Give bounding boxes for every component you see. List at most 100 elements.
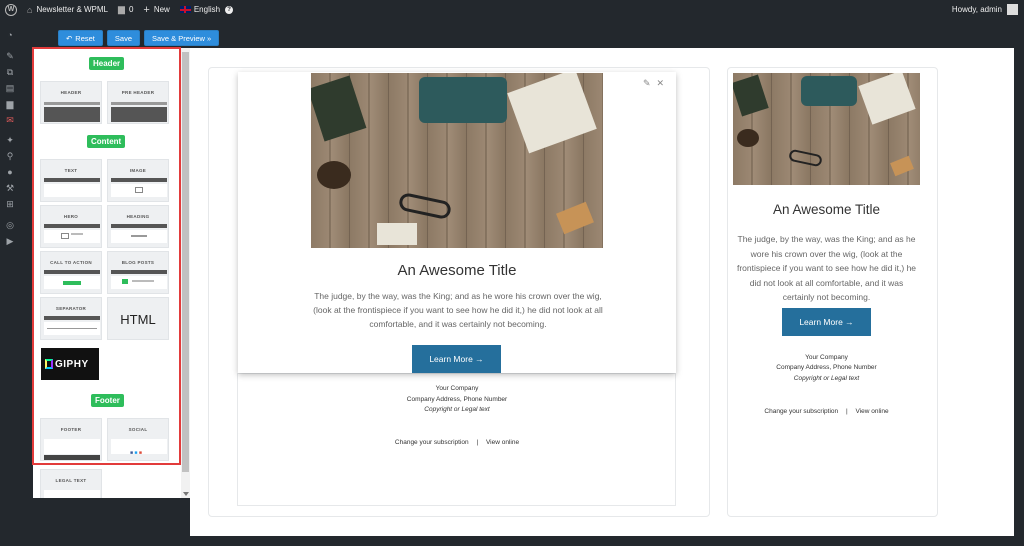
separator-block[interactable]: SEPARATOR	[40, 297, 102, 340]
howdy-label: Howdy, admin	[951, 5, 1002, 14]
block-bar	[111, 224, 167, 228]
language-label: English	[193, 5, 221, 14]
block-bar	[44, 107, 100, 122]
email-body-text: The judge, by the way, was the King; and…	[313, 291, 603, 329]
plugins-icon[interactable]: ⚲	[0, 148, 20, 164]
heading-block[interactable]: HEADING	[107, 205, 169, 248]
hero-image[interactable]	[311, 73, 603, 248]
preview-footer-separator: |	[845, 408, 848, 415]
cta-block[interactable]: CALL TO ACTION	[40, 251, 102, 294]
newsletter-icon[interactable]: ✉	[0, 112, 20, 128]
separator-block-label: SEPARATOR	[55, 306, 87, 311]
wordpress-icon: W	[5, 3, 17, 16]
social-block[interactable]: SOCIAL ■ ■ ■	[107, 418, 169, 461]
cta-sample-button	[63, 281, 81, 285]
preview-footer-links: Change your subscription | View online	[733, 408, 920, 415]
site-name: Newsletter & WPML	[36, 5, 109, 14]
block-text-line	[71, 233, 83, 235]
block-text-line	[131, 235, 147, 237]
reset-button[interactable]: ↶ Reset	[58, 30, 103, 46]
pin-icon[interactable]: ✎	[0, 48, 20, 64]
paper-shape	[377, 223, 417, 245]
scroll-down-arrow-icon[interactable]	[183, 492, 189, 496]
text-block[interactable]: TEXT	[40, 159, 102, 202]
comments-icon[interactable]: ▆	[0, 96, 20, 112]
uk-flag-icon	[179, 6, 191, 13]
block-bar	[44, 270, 100, 274]
learn-more-button[interactable]: Learn More →	[412, 345, 501, 373]
pages-icon[interactable]: ▤	[0, 80, 20, 96]
block-bar	[111, 270, 167, 274]
media-icon[interactable]: ⧉	[0, 64, 20, 80]
pinecone-shape	[737, 129, 759, 147]
preview-company-name: Your Company	[805, 354, 848, 361]
users-icon[interactable]: ●	[0, 164, 20, 180]
pencil-icon[interactable]: ✎	[643, 78, 651, 89]
social-block-label: SOCIAL	[128, 427, 148, 432]
comments-menu[interactable]: ▆ 0	[113, 0, 138, 19]
preview-legal-text: Copyright or Legal text	[793, 375, 860, 382]
legal-text-block[interactable]: LEGAL TEXT	[40, 469, 102, 498]
social-icons: ■ ■ ■	[130, 450, 142, 456]
hero-block-label: HERO	[63, 214, 79, 219]
settings-icon[interactable]: ⊞	[0, 196, 20, 212]
avatar	[1007, 4, 1018, 15]
new-content-menu[interactable]: + New	[138, 0, 174, 19]
new-label: New	[153, 5, 170, 14]
change-subscription-link[interactable]: Change your subscription	[395, 439, 469, 446]
block-bar	[44, 316, 100, 320]
blocks-panel-scrollbar[interactable]	[181, 48, 190, 498]
appearance-icon[interactable]: ✦	[0, 132, 20, 148]
heading-block-label: HEADING	[126, 214, 150, 219]
comments-count: 0	[128, 5, 134, 14]
preview-learn-more-button: Learn More →	[782, 308, 871, 336]
html-block-label: HTML	[120, 312, 156, 327]
home-icon: ⌂	[27, 4, 33, 15]
block-body	[44, 184, 100, 197]
play-icon[interactable]: ▶	[0, 233, 20, 249]
blog-posts-block[interactable]: BLOG POSTS	[107, 251, 169, 294]
save-button[interactable]: Save	[106, 30, 140, 46]
block-bar	[44, 224, 100, 228]
legal-text-block-label: LEGAL TEXT	[55, 478, 87, 483]
footer-block[interactable]: FOOTER	[40, 418, 102, 461]
block-text-line	[132, 280, 154, 282]
giphy-logo: GIPHY	[41, 348, 99, 380]
preview-view-online-link: View online	[855, 408, 889, 415]
image-block-label: IMAGE	[129, 168, 147, 173]
site-name-menu[interactable]: ⌂ Newsletter & WPML	[22, 0, 113, 19]
preheader-block-label: PRE HEADER	[121, 90, 155, 95]
save-preview-button[interactable]: Save & Preview »	[144, 30, 220, 46]
preheader-block[interactable]: PRE HEADER	[107, 81, 169, 124]
plus-icon: +	[143, 3, 150, 16]
hero-block[interactable]: HERO	[40, 205, 102, 248]
wpml-icon[interactable]: ◎	[0, 217, 20, 233]
company-address: Company Address, Phone Number	[406, 396, 508, 403]
image-block[interactable]: IMAGE	[107, 159, 169, 202]
block-bar	[44, 455, 100, 460]
block-edit-controls: ✎ ✕	[643, 78, 664, 89]
help-icon: ?	[225, 5, 234, 14]
giphy-block-label: GIPHY	[55, 358, 89, 370]
admin-side-menu: ◔ ✎ ⧉ ▤ ▆ ✉ ✦ ⚲ ● ⚒ ⊞ ◎ ▶	[0, 19, 20, 546]
block-bar	[44, 178, 100, 182]
wp-logo-menu[interactable]: W	[0, 0, 22, 19]
view-online-link[interactable]: View online	[486, 439, 519, 446]
typewriter-shape	[801, 76, 857, 106]
footer-separator: |	[476, 439, 479, 446]
language-switcher[interactable]: English?	[175, 0, 238, 19]
header-block[interactable]: HEADER	[40, 81, 102, 124]
html-block[interactable]: HTML	[107, 297, 169, 340]
my-account-menu[interactable]: Howdy, admin	[947, 0, 1024, 19]
block-body	[111, 276, 167, 289]
block-body	[44, 230, 100, 243]
scrollbar-thumb[interactable]	[182, 52, 189, 472]
block-bar	[111, 178, 167, 182]
footer-block-label: FOOTER	[60, 427, 82, 432]
tools-icon[interactable]: ⚒	[0, 180, 20, 196]
dashboard-icon[interactable]: ◔	[0, 27, 20, 43]
reset-label: Reset	[75, 33, 95, 43]
close-icon[interactable]: ✕	[657, 78, 665, 89]
undo-icon: ↶	[66, 33, 73, 43]
preview-email-title: An Awesome Title	[772, 202, 881, 217]
